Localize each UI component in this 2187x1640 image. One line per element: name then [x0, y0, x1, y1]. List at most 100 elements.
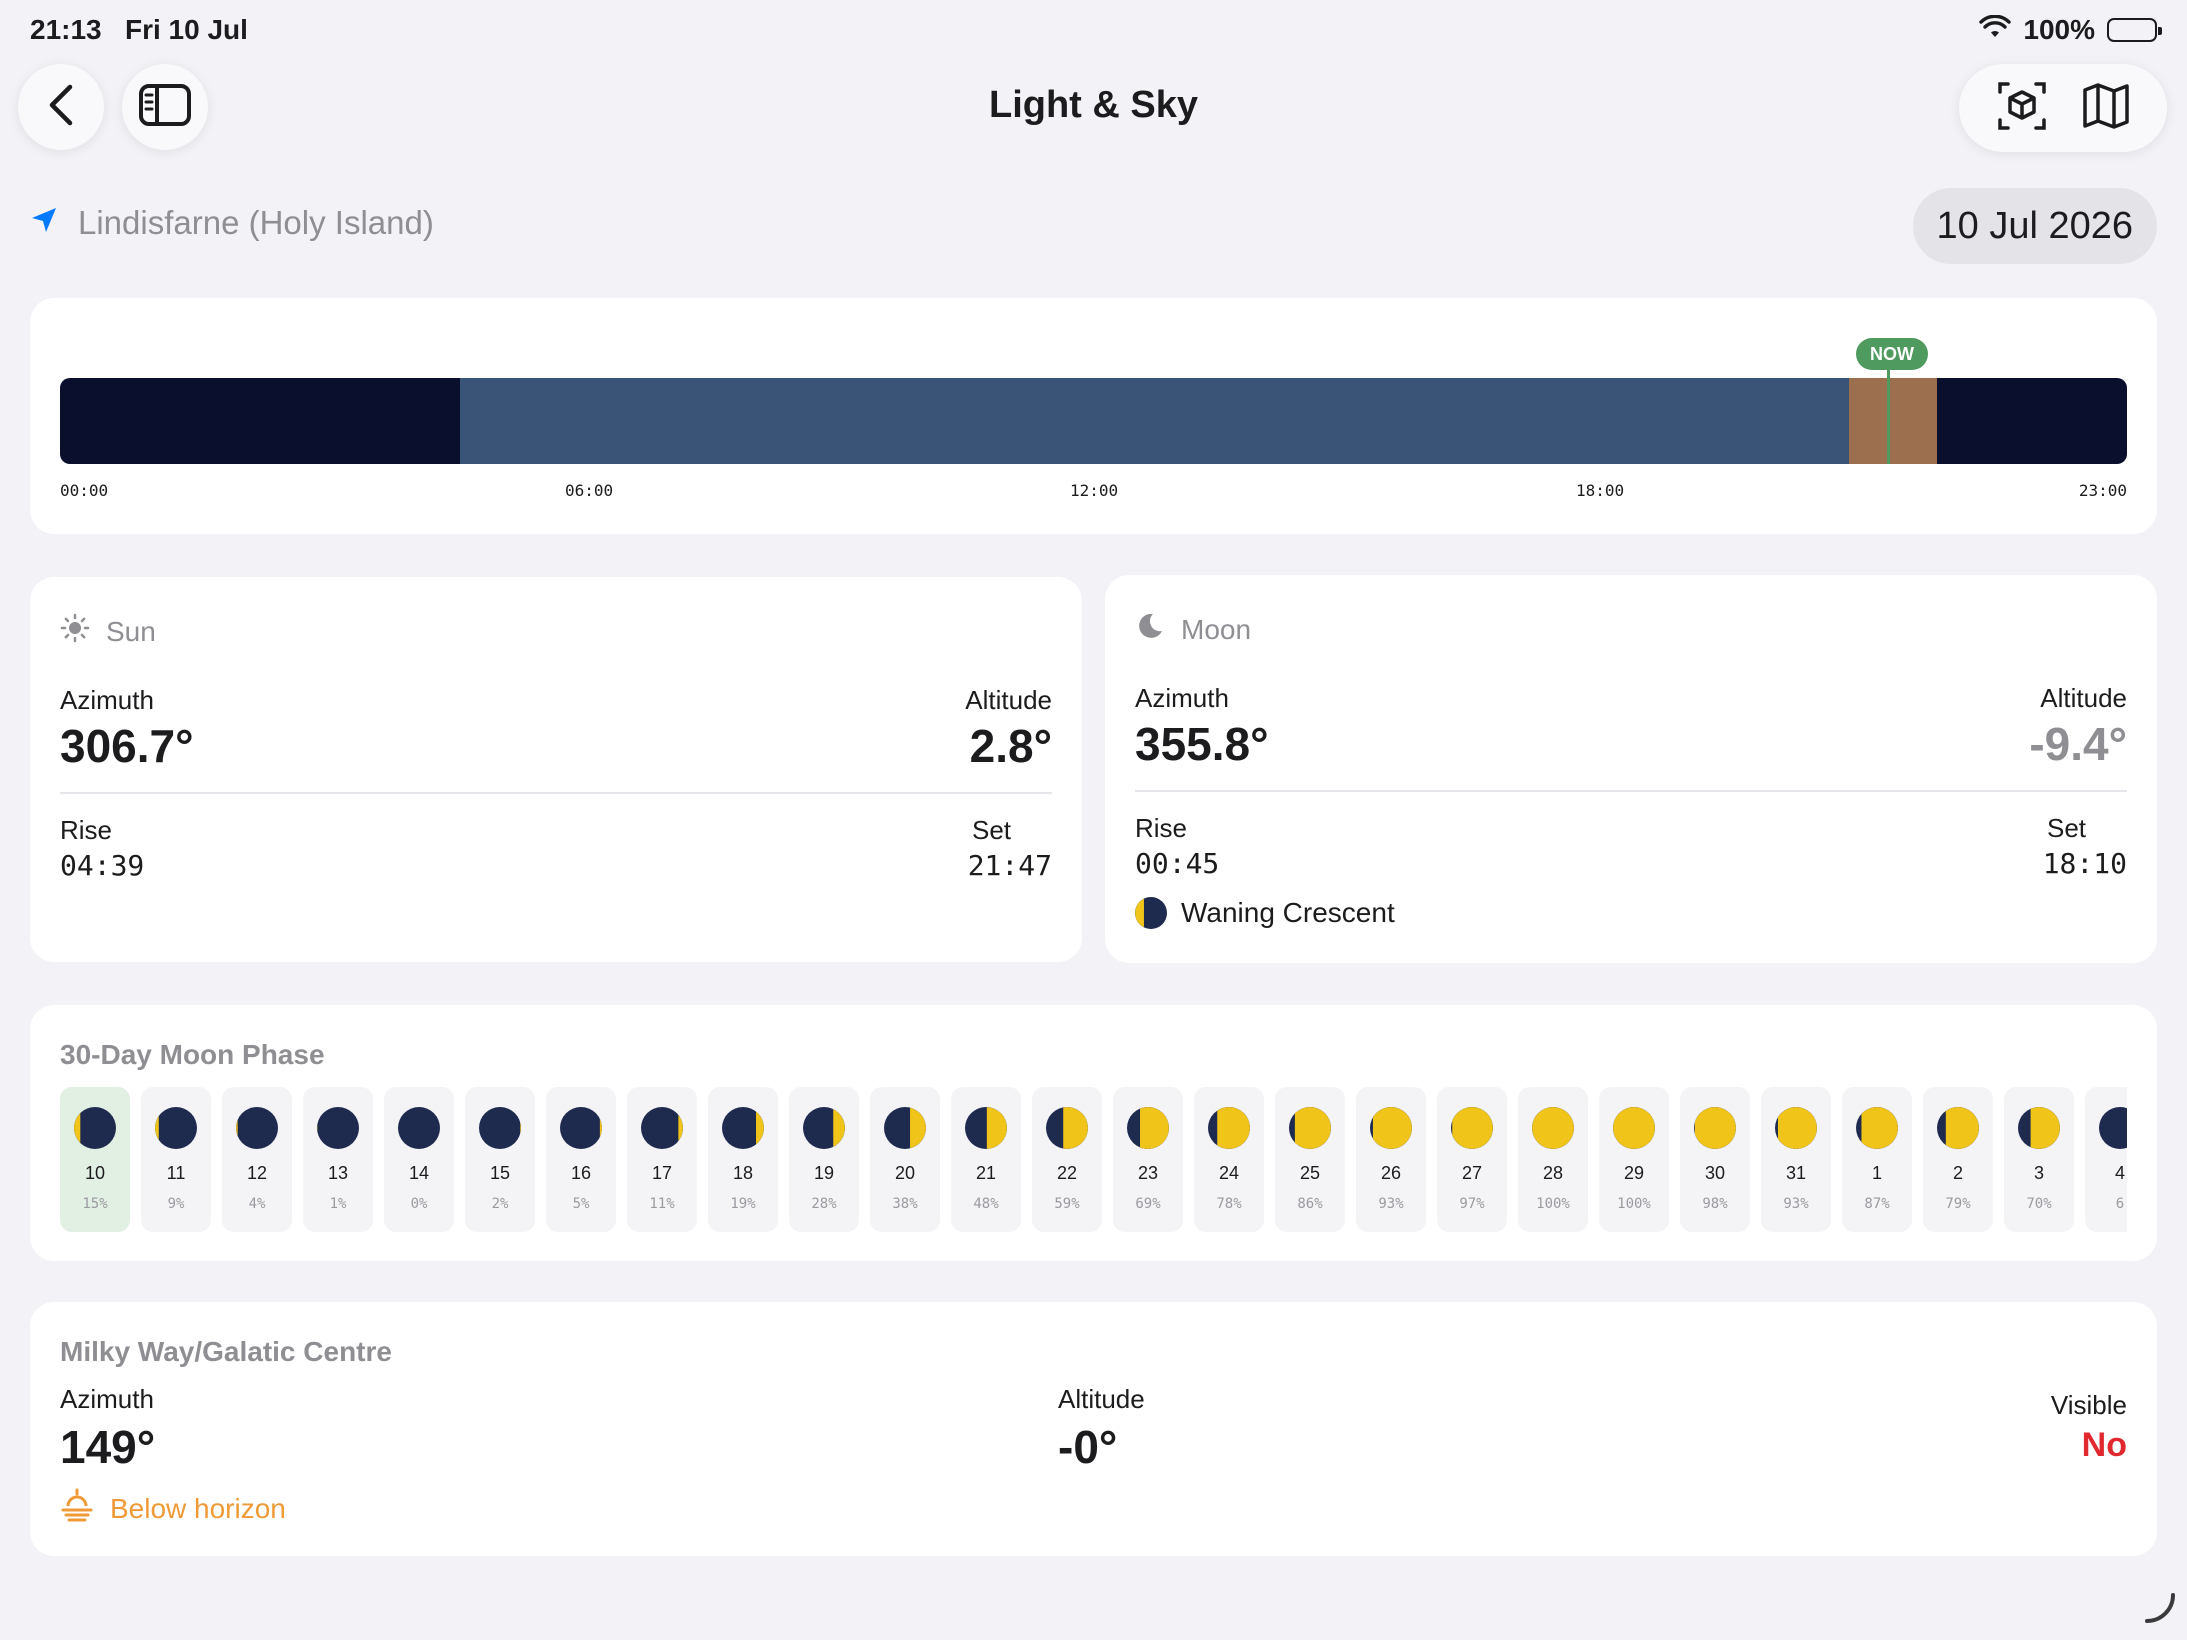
mw-altitude-label: Altitude	[1058, 1384, 1145, 1414]
moon-phase-day-tile[interactable]: 26 93%	[1356, 1087, 1426, 1232]
tick-label: 06:00	[565, 481, 614, 500]
moon-phase-percent: 1%	[329, 1196, 347, 1212]
moon-phase-card: 30-Day Moon Phase 10 15% 11 9% 12 4% 13 1% 14 0% 1…	[30, 1005, 2157, 1261]
status-date: Fri 10 Jul	[124, 14, 248, 45]
moon-phase-day-tile[interactable]: 13 1%	[303, 1087, 373, 1232]
moon-phase-day-tile[interactable]: 11 9%	[141, 1087, 211, 1232]
moon-phase-day-tile[interactable]: 22 59%	[1032, 1087, 1102, 1232]
moon-phase-day-tile[interactable]: 27 97%	[1437, 1087, 1507, 1232]
moon-set-label: Set	[2047, 813, 2087, 843]
moon-phase-day-tile[interactable]: 2 79%	[1923, 1087, 1993, 1232]
moon-phase-percent: 48%	[973, 1196, 999, 1212]
moon-altitude-value: -9.4°	[2029, 718, 2127, 770]
golden-hour-segment	[1849, 378, 1937, 464]
tick-label: 18:00	[1576, 481, 1625, 500]
moon-card-title: Moon	[1181, 613, 1252, 645]
sun-set-label: Set	[972, 815, 1012, 845]
moon-phase-day-tile[interactable]: 18 19%	[708, 1087, 778, 1232]
tick-label: 00:00	[60, 481, 109, 500]
ar-view-button[interactable]	[1996, 78, 2048, 139]
moon-phase-percent: 9%	[167, 1196, 185, 1212]
moon-phase-icon	[398, 1107, 440, 1149]
mw-visible-label: Visible	[2050, 1390, 2127, 1420]
moon-azimuth-label: Azimuth	[1135, 683, 1229, 713]
moon-phase-percent: 4%	[248, 1196, 266, 1212]
moon-phase-percent: 59%	[1054, 1196, 1080, 1212]
sun-card: Sun Azimuth 306.7° Altitude 2.8° Rise 04…	[30, 577, 1082, 962]
moon-phase-icon	[1856, 1107, 1898, 1149]
moon-phase-icon	[965, 1107, 1007, 1149]
moon-phase-day-tile[interactable]: 23 69%	[1113, 1087, 1183, 1232]
ar-cube-icon	[1997, 81, 2046, 130]
moon-phase-day-tile[interactable]: 30 98%	[1680, 1087, 1750, 1232]
moon-altitude-label: Altitude	[2040, 683, 2127, 713]
moon-phase-day: 26	[1380, 1163, 1402, 1183]
location-row[interactable]: Lindisfarne (Holy Island)	[30, 204, 434, 242]
moon-phase-icon	[2018, 1107, 2060, 1149]
moon-phase-percent: 87%	[1864, 1196, 1890, 1212]
divider	[1135, 790, 2127, 792]
moon-phase-day-tile[interactable]: 16 5%	[546, 1087, 616, 1232]
moon-phase-percent: 93%	[1783, 1196, 1809, 1212]
moon-phase-icon	[1127, 1107, 1169, 1149]
moon-phase-icon	[74, 1107, 116, 1149]
location-name: Lindisfarne (Holy Island)	[78, 204, 434, 241]
battery-icon	[2107, 18, 2162, 42]
battery-percent: 100%	[2023, 14, 2095, 45]
date-picker-button[interactable]: 10 Jul 2026	[1912, 188, 2157, 264]
moon-phase-day-tile[interactable]: 25 86%	[1275, 1087, 1345, 1232]
moon-phase-day-tile[interactable]: 21 48%	[951, 1087, 1021, 1232]
moon-phase-icon	[1775, 1107, 1817, 1149]
moon-phase-strip[interactable]: 10 15% 11 9% 12 4% 13 1% 14 0% 15 2% 16 5% 17 11% 18 19% 1…	[60, 1087, 2127, 1232]
moon-phase-day-tile[interactable]: 24 78%	[1194, 1087, 1264, 1232]
mw-visible-value: No	[2081, 1426, 2127, 1464]
moon-phase-day: 25	[1299, 1163, 1321, 1183]
moon-phase-day-tile[interactable]: 19 28%	[789, 1087, 859, 1232]
moon-phase-day-tile[interactable]: 20 38%	[870, 1087, 940, 1232]
sun-altitude-value: 2.8°	[969, 720, 1052, 772]
status-bar-time: 21:13 Fri 10 Jul	[30, 14, 248, 46]
moon-phase-day-tile[interactable]: 28 100%	[1518, 1087, 1588, 1232]
map-button[interactable]	[2081, 82, 2131, 135]
daylight-bar	[60, 378, 2127, 464]
moon-phase-icon	[1208, 1107, 1250, 1149]
moon-phase-day-tile[interactable]: 12 4%	[222, 1087, 292, 1232]
moon-phase-icon	[2099, 1107, 2127, 1149]
moon-phase-day-tile[interactable]: 17 11%	[627, 1087, 697, 1232]
moon-phase-day-tile[interactable]: 3 70%	[2004, 1087, 2074, 1232]
moon-phase-icon	[479, 1107, 521, 1149]
moon-phase-icon	[1694, 1107, 1736, 1149]
moon-phase-percent: 98%	[1702, 1196, 1728, 1212]
moon-phase-icon	[317, 1107, 359, 1149]
moon-phase-day: 29	[1623, 1163, 1645, 1183]
moon-phase-icon	[884, 1107, 926, 1149]
moon-phase-percent: 19%	[730, 1196, 756, 1212]
moon-phase-percent: 100%	[1536, 1196, 1570, 1212]
moon-phase-day: 15	[489, 1163, 511, 1183]
moon-phase-percent: 28%	[811, 1196, 837, 1212]
moon-phase-percent: 93%	[1378, 1196, 1404, 1212]
sun-set-time: 21:47	[967, 849, 1052, 882]
moon-phase-day-tile[interactable]: 10 15%	[60, 1087, 130, 1232]
moon-phase-percent: 5%	[572, 1196, 590, 1212]
horizon-status-text: Below horizon	[110, 1492, 286, 1524]
moon-phase-day: 22	[1056, 1163, 1078, 1183]
moon-phase-icon	[236, 1107, 278, 1149]
moon-phase-day-tile[interactable]: 1 87%	[1842, 1087, 1912, 1232]
divider	[60, 792, 1052, 794]
moon-phase-day-tile[interactable]: 15 2%	[465, 1087, 535, 1232]
moon-phase-day: 24	[1218, 1163, 1240, 1183]
moon-phase-day: 27	[1461, 1163, 1483, 1183]
location-arrow-icon	[30, 204, 58, 242]
moon-phase-percent: 2%	[491, 1196, 509, 1212]
moon-phase-icon	[1613, 1107, 1655, 1149]
moon-phase-day-tile[interactable]: 29 100%	[1599, 1087, 1669, 1232]
moon-phase-icon	[155, 1107, 197, 1149]
moon-phase-day-tile[interactable]: 46	[2085, 1087, 2127, 1232]
moon-phase-day-tile[interactable]: 14 0%	[384, 1087, 454, 1232]
moon-phase-percent: 100%	[1617, 1196, 1651, 1212]
moon-phase-day-tile[interactable]: 31 93%	[1761, 1087, 1831, 1232]
sun-icon	[60, 613, 90, 650]
moon-phase-day: 31	[1785, 1163, 1807, 1183]
moon-phase-percent: 79%	[1945, 1196, 1971, 1212]
